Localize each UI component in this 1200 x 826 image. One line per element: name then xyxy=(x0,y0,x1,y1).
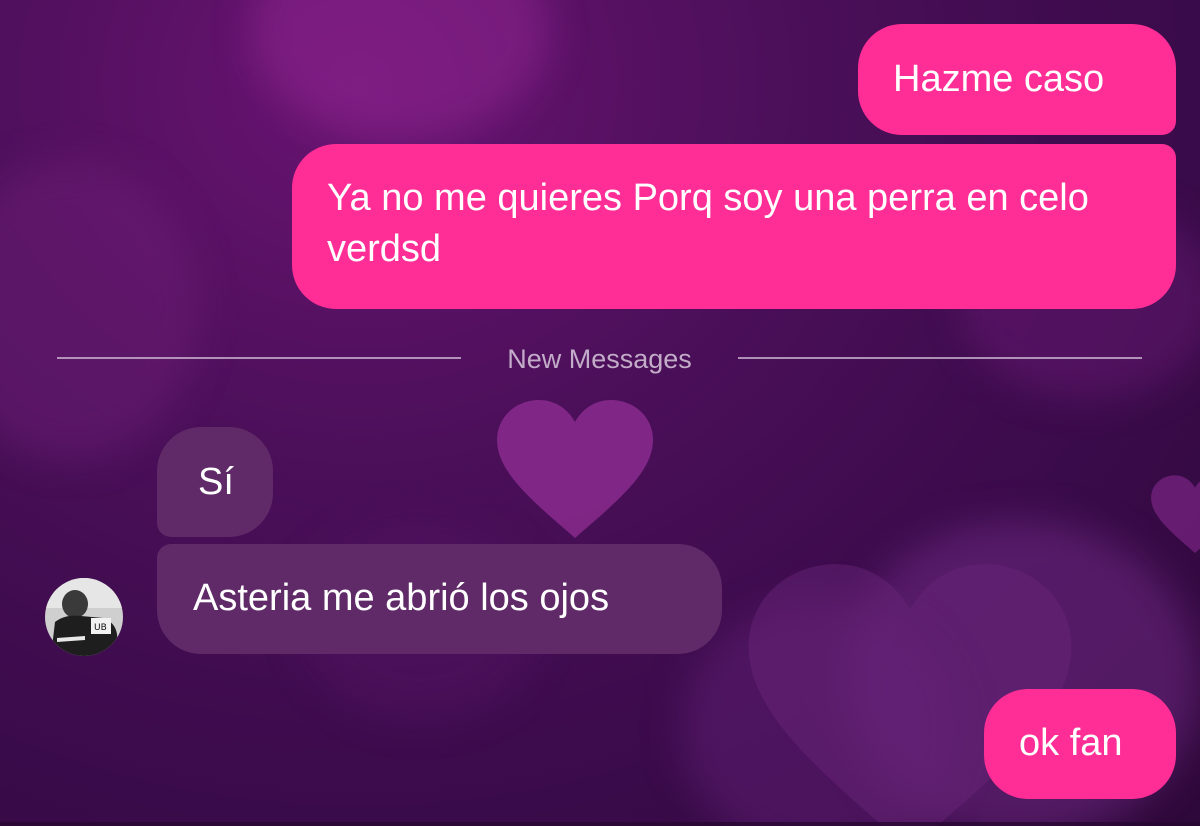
message-text: Sí xyxy=(198,461,234,503)
outgoing-message-bubble[interactable]: Hazme caso xyxy=(858,24,1176,135)
bottom-edge xyxy=(0,822,1200,826)
heart-icon xyxy=(497,400,653,538)
outgoing-message-bubble[interactable]: Ya no me quieres Porq soy una perra en c… xyxy=(292,144,1176,309)
message-text: Hazme caso xyxy=(893,58,1105,100)
message-text: Ya no me quieres Porq soy una perra en c… xyxy=(327,177,1089,270)
wallpaper-glow xyxy=(250,0,550,140)
contact-avatar[interactable]: UB xyxy=(45,578,123,656)
svg-text:UB: UB xyxy=(94,623,107,633)
divider-line xyxy=(738,357,1142,359)
message-text: ok fan xyxy=(1019,722,1123,764)
incoming-message-bubble[interactable]: Asteria me abrió los ojos xyxy=(157,544,722,654)
outgoing-message-bubble[interactable]: ok fan xyxy=(984,689,1176,799)
new-messages-divider-label: New Messages xyxy=(507,344,692,374)
message-text: Asteria me abrió los ojos xyxy=(193,577,610,619)
heart-icon xyxy=(1151,475,1200,553)
incoming-message-bubble[interactable]: Sí xyxy=(157,427,273,537)
avatar-photo-icon: UB xyxy=(45,578,123,656)
wallpaper-glow xyxy=(0,160,200,460)
divider-line xyxy=(57,357,461,359)
